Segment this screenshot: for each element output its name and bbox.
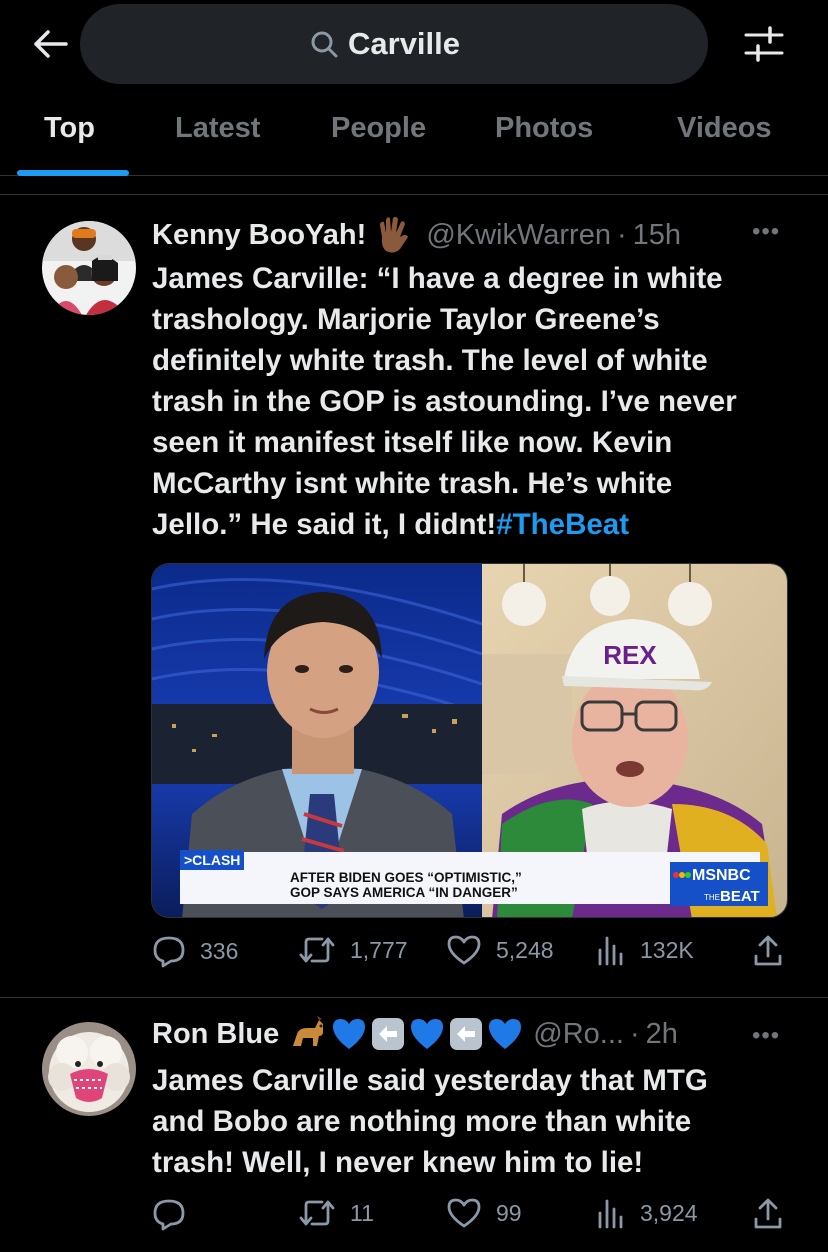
blue-heart-icon	[411, 1019, 444, 1049]
share-button[interactable]	[752, 1197, 784, 1231]
tweet-text-line: McCarthy isnt white trash. He’s white	[152, 467, 673, 500]
retweet-button[interactable]: 1,777	[298, 934, 408, 966]
search-field[interactable]	[80, 4, 708, 84]
reply-icon	[153, 1199, 185, 1231]
more-options-button[interactable]: •••	[752, 1022, 780, 1050]
chyron-line-2: GOP SAYS AMERICA “IN DANGER”	[290, 885, 518, 900]
section-separator	[0, 194, 828, 195]
avatar-image	[42, 221, 136, 315]
reply-button[interactable]: 336	[152, 934, 238, 968]
ellipsis-icon: •••	[752, 1022, 781, 1049]
search-header: Top Latest People Photos Videos	[0, 0, 828, 176]
left-arrow-box-icon	[372, 1018, 405, 1050]
views-count: 132K	[640, 936, 694, 963]
views-button[interactable]: 132K	[596, 934, 694, 966]
sliders-icon	[744, 26, 784, 62]
timestamp[interactable]: 15h	[633, 219, 681, 252]
timestamp[interactable]: 2h	[646, 1018, 678, 1051]
retweet-count: 11	[350, 1199, 374, 1226]
heart-icon	[447, 1198, 481, 1228]
name-emojis	[289, 1016, 523, 1052]
back-button[interactable]	[28, 24, 72, 64]
retweet-count: 1,777	[350, 936, 408, 963]
retweet-icon	[299, 937, 335, 963]
retweet-button[interactable]: 11	[298, 1197, 374, 1229]
views-button[interactable]: 3,924	[596, 1197, 698, 1229]
tweet-text-line: trash in the GOP is astounding. I’ve nev…	[152, 385, 737, 418]
arrow-left-icon	[34, 30, 68, 58]
tab-photos[interactable]: Photos	[495, 112, 593, 145]
reply-count: 336	[200, 937, 239, 964]
network-logo-text: MSNBC	[692, 867, 751, 884]
ellipsis-icon: •••	[752, 218, 781, 245]
active-tab-indicator	[17, 170, 129, 176]
tweet-text-line: definitely white trash. The level of whi…	[152, 344, 708, 377]
separator-dot: ·	[616, 218, 627, 251]
dog-emoji-icon	[293, 1016, 324, 1046]
show-prefix: THE	[704, 893, 720, 902]
tweet-text-line: seen it manifest itself like now. Kevin	[152, 426, 673, 459]
search-input[interactable]	[348, 26, 478, 62]
user-handle[interactable]: @KwikWarren	[426, 219, 611, 252]
reply-button[interactable]	[152, 1197, 200, 1231]
views-bar-chart-icon	[598, 1199, 623, 1229]
video-still: REX >CLASH AFTER BIDEN GOES “OPTIMISTIC,…	[152, 564, 787, 917]
tweet-text-line: and Bobo are nothing more than white	[152, 1105, 692, 1138]
raised-hand-emoji-icon	[380, 216, 409, 253]
tab-people[interactable]: People	[331, 112, 426, 145]
show-name: BEAT	[720, 888, 760, 905]
tweet-media-image[interactable]: REX >CLASH AFTER BIDEN GOES “OPTIMISTIC,…	[151, 563, 788, 918]
reply-icon	[153, 936, 185, 968]
user-handle[interactable]: @Ro...	[533, 1018, 624, 1051]
like-button[interactable]: 5,248	[446, 934, 554, 966]
like-count: 99	[496, 1199, 522, 1226]
hashtag-link[interactable]: #TheBeat	[496, 508, 629, 541]
retweet-icon	[299, 1200, 335, 1226]
tab-latest[interactable]: Latest	[175, 112, 260, 145]
tweet-actions: 11 99 3,924	[0, 1197, 828, 1237]
tweet-actions: 336 1,777 5,248 132K	[0, 934, 828, 974]
tab-top[interactable]: Top	[44, 112, 95, 145]
like-button[interactable]: 99	[446, 1197, 522, 1229]
more-options-button[interactable]: •••	[752, 218, 780, 246]
tweet-text: James Carville: “I have a degree in whit…	[152, 258, 792, 545]
display-name[interactable]: Ron Blue	[152, 1018, 279, 1051]
avatar[interactable]	[42, 221, 136, 315]
tweet-text-last: Jello.” He said it, I didnt!	[152, 508, 497, 541]
tweet-header: Ron Blue @Ro... · 2h	[152, 1016, 678, 1052]
tweet-text-line: James Carville: “I have a degree in whit…	[152, 262, 723, 295]
tweet-header: Kenny BooYah! @KwikWarren · 15h	[152, 215, 681, 255]
share-icon	[754, 935, 782, 966]
display-name[interactable]: Kenny BooYah!	[152, 219, 366, 252]
views-count: 3,924	[640, 1199, 698, 1226]
tweet-text-line: James Carville said yesterday that MTG	[152, 1064, 708, 1097]
views-bar-chart-icon	[598, 936, 623, 966]
tweet-text: James Carville said yesterday that MTG a…	[152, 1060, 792, 1183]
tweet-text-line: trash! Well, I never knew him to lie!	[152, 1146, 644, 1179]
like-count: 5,248	[496, 936, 554, 963]
heart-icon	[447, 935, 481, 965]
peacock-icon	[673, 872, 691, 878]
tweet-text-line: trashology. Marjorie Taylor Greene’s	[152, 303, 660, 336]
separator-dot: ·	[629, 1017, 640, 1050]
tab-videos[interactable]: Videos	[677, 112, 772, 145]
left-arrow-box-icon	[450, 1018, 483, 1050]
share-button[interactable]	[752, 934, 784, 968]
avatar[interactable]	[42, 1022, 136, 1116]
avatar-image	[42, 1022, 136, 1116]
blue-heart-icon	[489, 1019, 522, 1049]
share-icon	[754, 1198, 782, 1229]
chyron-line-1: AFTER BIDEN GOES “OPTIMISTIC,”	[290, 870, 522, 885]
search-icon	[311, 31, 338, 58]
chyron-tag: >CLASH	[184, 852, 240, 868]
cap-logo-text: REX	[603, 640, 657, 670]
search-filters-button[interactable]	[742, 24, 786, 64]
tweet-divider	[0, 997, 828, 998]
blue-heart-icon	[333, 1019, 366, 1049]
search-tabs: Top Latest People Photos Videos	[0, 100, 828, 176]
tweet-text-line: Jello.” He said it, I didnt!#TheBeat	[152, 504, 792, 545]
